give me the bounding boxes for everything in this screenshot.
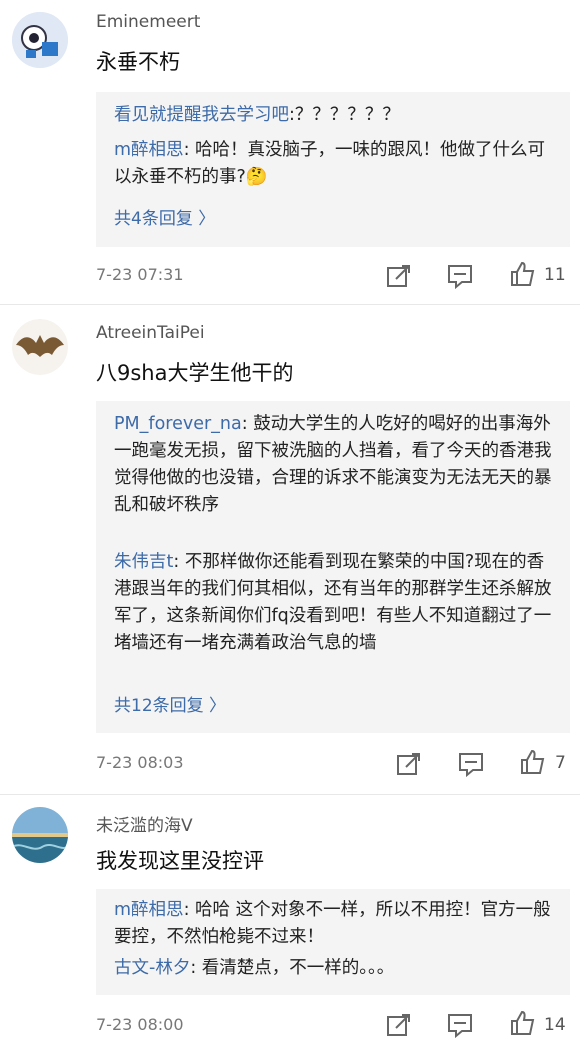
reply-text: :？？？？？？ xyxy=(289,105,400,125)
timestamp: 7-23 08:00 xyxy=(96,1015,184,1034)
like-icon[interactable] xyxy=(510,261,536,287)
cartoon-avatar-icon xyxy=(12,12,68,68)
more-replies-link[interactable]: 共12条回复 〉 xyxy=(114,691,226,716)
comment-item: 未泛滥的海V 我发现这里没控评 m醉相思: 哈哈 这个对象不一样，所以不用控！官… xyxy=(0,795,580,1050)
comment-item: AtreeinTaiPei 八9sha大学生他干的 PM_forever_na:… xyxy=(0,305,580,795)
comment-icon[interactable] xyxy=(447,1012,473,1038)
reply: 看见就提醒我去学习吧:？？？？？？ xyxy=(114,102,554,129)
reply: m醉相思: 哈哈！真没脑子，一味的跟风！他做了什么可以永垂不朽的事?🤔 xyxy=(114,137,554,191)
comment-text: 我发现这里没控评 xyxy=(96,849,264,873)
reply-text: : 看清楚点，不一样的。。。 xyxy=(190,958,395,978)
reply-username[interactable]: m醉相思 xyxy=(114,140,184,160)
sea-avatar-icon xyxy=(12,807,68,863)
comment-text: 永垂不朽 xyxy=(96,50,180,74)
like-icon[interactable] xyxy=(510,1010,536,1036)
reply-username[interactable]: 朱伟吉t xyxy=(114,552,173,572)
comment-icon[interactable] xyxy=(447,263,473,289)
timestamp: 7-23 08:03 xyxy=(96,753,184,772)
more-replies-link[interactable]: 共4条回复 〉 xyxy=(114,204,215,229)
reply: 古文-林夕: 看清楚点，不一样的。。。 xyxy=(114,955,554,982)
share-icon[interactable] xyxy=(386,263,412,289)
reply-username[interactable]: 看见就提醒我去学习吧 xyxy=(114,105,289,125)
avatar[interactable] xyxy=(12,319,68,375)
bat-avatar-icon xyxy=(12,319,68,375)
avatar[interactable] xyxy=(12,12,68,68)
reply-box[interactable]: m醉相思: 哈哈 这个对象不一样，所以不用控！官方一般要控，不然怕枪毙不过来！ … xyxy=(96,889,570,995)
username[interactable]: Eminemeert xyxy=(96,12,200,32)
reply: PM_forever_na: 鼓动大学生的人吃好的喝好的出事海外一跑毫发无损，留… xyxy=(114,411,554,519)
comment-text: 八9sha大学生他干的 xyxy=(96,361,294,385)
like-count: 14 xyxy=(544,1015,566,1035)
username[interactable]: AtreeinTaiPei xyxy=(96,323,205,343)
reply-username[interactable]: 古文-林夕 xyxy=(114,958,190,978)
reply: 朱伟吉t: 不那样做你还能看到现在繁荣的中国?现在的香港跟当年的我们何其相似，还… xyxy=(114,549,554,657)
reply: m醉相思: 哈哈 这个对象不一样，所以不用控！官方一般要控，不然怕枪毙不过来！ xyxy=(114,897,554,951)
reply-username[interactable]: PM_forever_na xyxy=(114,414,242,434)
reply-box[interactable]: 看见就提醒我去学习吧:？？？？？？ m醉相思: 哈哈！真没脑子，一味的跟风！他做… xyxy=(96,92,570,247)
comment-item: Eminemeert 永垂不朽 看见就提醒我去学习吧:？？？？？？ m醉相思: … xyxy=(0,0,580,305)
reply-username[interactable]: m醉相思 xyxy=(114,900,184,920)
avatar[interactable] xyxy=(12,807,68,863)
share-icon[interactable] xyxy=(396,751,422,777)
reply-text: : 不那样做你还能看到现在繁荣的中国?现在的香港跟当年的我们何其相似，还有当年的… xyxy=(114,552,552,653)
thinking-emoji-icon: 🤔 xyxy=(245,167,268,187)
like-count: 11 xyxy=(544,265,566,285)
timestamp: 7-23 07:31 xyxy=(96,265,184,284)
share-icon[interactable] xyxy=(386,1012,412,1038)
username[interactable]: 未泛滥的海V xyxy=(96,811,193,836)
like-icon[interactable] xyxy=(520,749,546,775)
comment-icon[interactable] xyxy=(458,751,484,777)
reply-box[interactable]: PM_forever_na: 鼓动大学生的人吃好的喝好的出事海外一跑毫发无损，留… xyxy=(96,401,570,733)
like-count: 7 xyxy=(555,753,566,773)
